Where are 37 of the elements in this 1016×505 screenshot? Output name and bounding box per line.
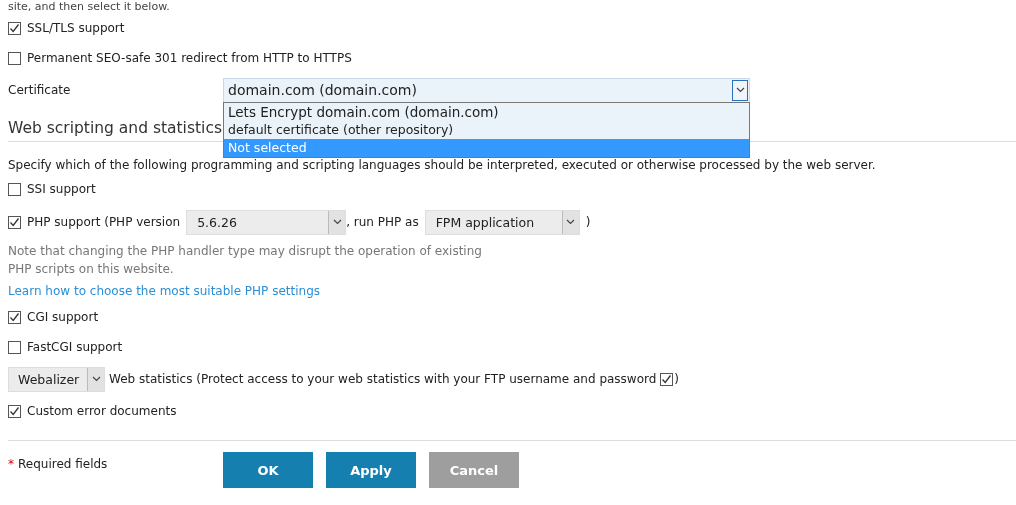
closing-paren: ) — [585, 215, 591, 229]
certificate-select[interactable]: domain.com (domain.com) — [223, 77, 750, 103]
checkbox[interactable] — [8, 51, 21, 65]
checkbox-label: SSI support — [27, 182, 96, 196]
intro-text: site, and then select it below. — [8, 0, 171, 13]
handler-select[interactable]: FPM application — [424, 209, 580, 235]
handler-label: , run PHP as — [346, 215, 419, 229]
checkbox-label: CGI support — [27, 310, 99, 324]
dropdown-option[interactable]: default certificate (other repository) — [224, 121, 749, 139]
required-mark: * — [8, 457, 14, 471]
checkbox-label: Permanent SEO-safe 301 redirect from HTTP to HTTPS — [27, 51, 352, 65]
caret-icon — [328, 210, 346, 234]
caret-icon — [561, 210, 579, 234]
certificate-label: Certificate — [8, 83, 72, 97]
checkbox[interactable] — [8, 21, 21, 35]
required-label: Required fields — [18, 457, 108, 471]
checkbox[interactable] — [660, 372, 674, 386]
checkbox[interactable] — [8, 310, 21, 324]
php-note: Note that changing the PHP handler type may disrupt the operation of existing PHP scripts on this website. — [8, 243, 483, 278]
caret-icon — [87, 367, 104, 391]
closing-paren: ) — [674, 372, 680, 386]
checkbox[interactable] — [8, 340, 21, 354]
checkbox[interactable] — [8, 215, 21, 229]
version-select[interactable]: 5.6.26 — [186, 209, 347, 235]
checkbox[interactable] — [8, 404, 21, 418]
checkbox-label: PHP support (PHP version — [27, 215, 181, 229]
statistics-select[interactable]: Webalizer — [8, 366, 105, 392]
statistics-label: Web statistics (Protect access to your web statistics with your FTP username and password — [109, 372, 657, 386]
form-button[interactable]: Apply — [326, 452, 416, 488]
checkbox-label: FastCGI support — [27, 340, 123, 354]
checkbox[interactable] — [8, 182, 21, 196]
checkbox-label: SSL/TLS support — [27, 21, 125, 35]
checkbox-label: Custom error documents — [27, 404, 177, 418]
dropdown-option[interactable]: Lets Encrypt domain.com (domain.com) — [224, 103, 749, 121]
php-settings-link[interactable]: Learn how to choose the most suitable PHP settings — [8, 284, 320, 298]
section-description: Specify which of the following programming and scripting languages should be interpreted, executed or otherwise processed by the web server. — [8, 158, 877, 172]
form-button[interactable]: OK — [223, 452, 313, 488]
